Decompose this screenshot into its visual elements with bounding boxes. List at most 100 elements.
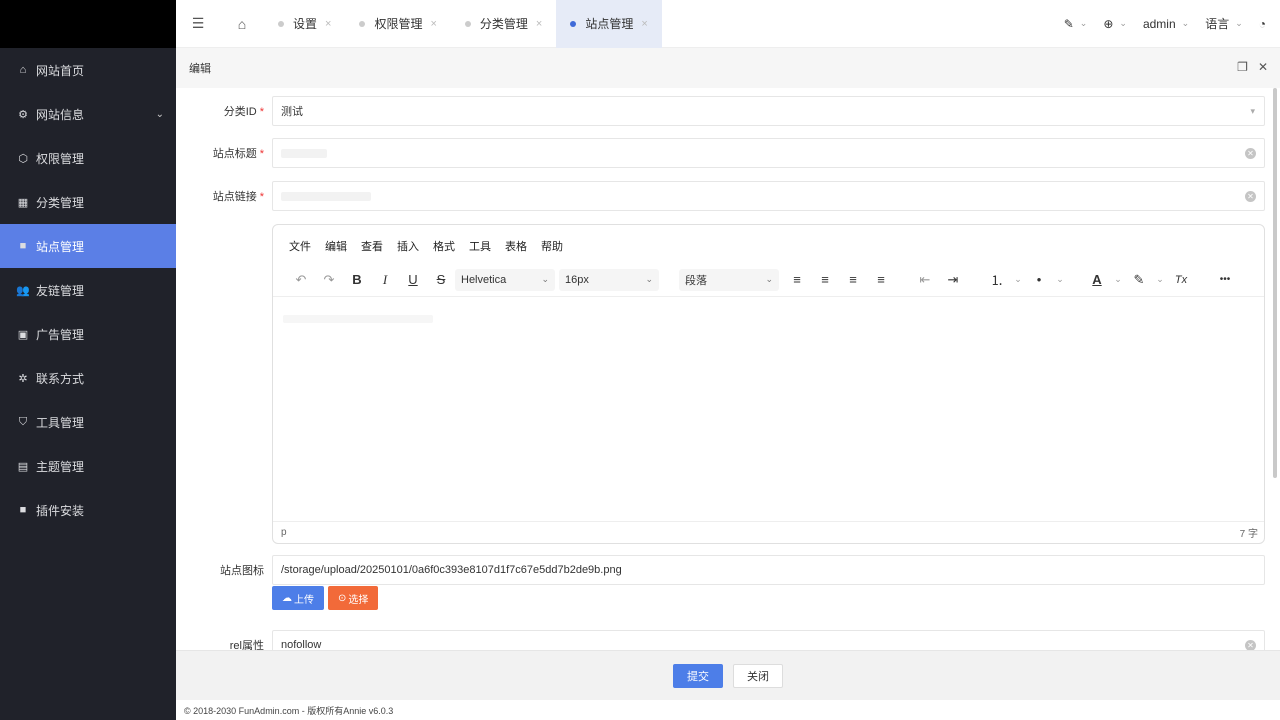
italic-icon[interactable]: I: [371, 266, 399, 294]
site-link-input[interactable]: ✕: [272, 181, 1265, 211]
close-icon[interactable]: ✕: [1258, 60, 1268, 74]
close-icon[interactable]: ×: [325, 18, 331, 30]
sidebar-item-label: 联系方式: [36, 371, 85, 386]
close-icon[interactable]: ×: [641, 18, 647, 30]
indent-icon[interactable]: ⇥: [939, 266, 967, 294]
editor-menu-item[interactable]: 查看: [361, 238, 383, 254]
justify-icon[interactable]: ≡: [867, 266, 895, 294]
caret-down-icon: ▾: [1250, 106, 1255, 116]
sidebar-item-3[interactable]: ▦ 分类管理: [0, 180, 176, 224]
language-menu[interactable]: 语言 ⌄: [1197, 15, 1251, 32]
category-label: 分类ID *: [223, 106, 264, 118]
sidebar-item-label: 工具管理: [36, 415, 85, 430]
align-right-icon[interactable]: ≡: [839, 266, 867, 294]
windows-icon: ■: [19, 240, 27, 252]
tab-1[interactable]: 权限管理 ×: [345, 0, 450, 48]
chevron-down-icon: ⌄: [1079, 18, 1088, 28]
site-icon-input[interactable]: /storage/upload/20250101/0a6f0c393e8107d…: [272, 555, 1265, 585]
sidebar-item-5[interactable]: 👥 友链管理: [0, 268, 176, 312]
clear-format-icon[interactable]: Tx: [1167, 266, 1195, 294]
language-label: 语言: [1205, 17, 1230, 31]
block-format-select[interactable]: 段落 ⌄: [679, 268, 779, 291]
submit-button[interactable]: 提交: [673, 663, 723, 688]
tab-bar: 设置 × 权限管理 × 分类管理 × 站点管理 ×: [264, 0, 662, 48]
outdent-icon[interactable]: ⇤: [911, 266, 939, 294]
sidebar-item-label: 友链管理: [36, 283, 85, 298]
text-color-icon[interactable]: A: [1083, 266, 1111, 294]
editor-menubar: 文件 编辑 查看 插入 格式 工具 表格 帮助: [273, 225, 1264, 263]
bullet-list-icon[interactable]: •: [1025, 266, 1053, 294]
sidebar-item-8[interactable]: ⛉ 工具管理: [0, 400, 176, 444]
tab-2[interactable]: 分类管理 ×: [451, 0, 556, 48]
editor-menu-item[interactable]: 帮助: [541, 238, 563, 254]
chevron-down-icon: ⌄: [1181, 18, 1190, 28]
user-menu[interactable]: admin ⌄: [1135, 17, 1197, 31]
sidebar-item-6[interactable]: ▣ 广告管理: [0, 312, 176, 356]
editor-content[interactable]: [273, 301, 1264, 521]
word-count: 7 字: [1239, 529, 1258, 540]
bold-icon[interactable]: B: [343, 266, 371, 294]
font-size-select[interactable]: 16px ⌄: [559, 268, 659, 291]
upload-button[interactable]: ☁ 上传: [272, 586, 324, 610]
category-select[interactable]: 测试 ▾: [272, 96, 1265, 126]
sidebar-item-2[interactable]: ⬡ 权限管理: [0, 136, 176, 180]
menu-toggle-icon[interactable]: ☰: [176, 0, 220, 48]
home-icon[interactable]: ⌂: [220, 0, 264, 48]
panel-title: 编辑: [189, 63, 211, 75]
brush-icon: ✎: [1063, 16, 1074, 31]
strikethrough-icon[interactable]: S: [427, 266, 455, 294]
align-left-icon[interactable]: ≡: [783, 266, 811, 294]
scrollbar[interactable]: [1273, 88, 1277, 478]
sidebar-item-0[interactable]: ⌂ 网站首页: [0, 48, 176, 92]
editor-menu-item[interactable]: 格式: [433, 238, 455, 254]
redo-icon[interactable]: ↷: [315, 266, 343, 294]
restore-icon[interactable]: ❐: [1237, 60, 1248, 74]
sidebar-item-4[interactable]: ■ 站点管理: [0, 224, 176, 268]
more-icon[interactable]: •••: [1211, 266, 1239, 294]
site-title-input[interactable]: ✕: [272, 138, 1265, 168]
highlight-icon[interactable]: ✎: [1125, 266, 1153, 294]
sidebar-item-label: 网站首页: [36, 63, 85, 78]
editor-menu-item[interactable]: 表格: [505, 238, 527, 254]
chevron-down-icon[interactable]: ⌄: [1111, 266, 1125, 294]
tab-3[interactable]: 站点管理 ×: [556, 0, 662, 48]
shield-icon: ⛉: [18, 415, 28, 428]
clear-icon[interactable]: ✕: [1245, 191, 1256, 202]
site-icon-path: /storage/upload/20250101/0a6f0c393e8107d…: [281, 564, 622, 576]
close-icon[interactable]: ×: [536, 18, 542, 30]
sidebar-item-9[interactable]: ▤ 主题管理: [0, 444, 176, 488]
editor-menu-item[interactable]: 编辑: [325, 238, 347, 254]
sidebar-item-7[interactable]: ✲ 联系方式: [0, 356, 176, 400]
editor-menu-item[interactable]: 工具: [469, 238, 491, 254]
tab-dot: [278, 20, 284, 27]
theme-menu[interactable]: ✎ ⌄: [1056, 17, 1096, 31]
underline-icon[interactable]: U: [399, 266, 427, 294]
clear-icon[interactable]: ✕: [1245, 148, 1256, 159]
select-button[interactable]: ⊙ 选择: [328, 586, 379, 610]
globe-icon: ⊕: [1103, 16, 1114, 31]
font-family-select[interactable]: Helvetica ⌄: [455, 268, 555, 291]
ordered-list-icon[interactable]: ⒈: [983, 266, 1011, 294]
sidebar-item-label: 主题管理: [36, 459, 85, 474]
globe-menu[interactable]: ⊕ ⌄: [1095, 17, 1135, 31]
close-icon[interactable]: ×: [430, 18, 436, 30]
sidebar-item-1[interactable]: ⚙ 网站信息 ⌄: [0, 92, 176, 136]
editor-text-blur: [283, 315, 433, 323]
editor-menu-item[interactable]: 插入: [397, 238, 419, 254]
logo-area: [0, 0, 176, 48]
top-right-tools: ✎ ⌄ ⊕ ⌄ admin ⌄ 语言 ⌄ ◔: [1056, 0, 1280, 48]
users-icon: 👥: [16, 284, 30, 297]
editor-menu-item[interactable]: 文件: [289, 238, 311, 254]
chevron-down-icon[interactable]: ⌄: [1053, 266, 1067, 294]
close-button[interactable]: 关闭: [733, 663, 783, 688]
dashboard-icon[interactable]: ◔: [1251, 17, 1280, 31]
editor-toolbar: ↶ ↷ B I U S Helvetica ⌄ 16px ⌄ 段落 ⌄ ≡ ≡ …: [273, 263, 1264, 297]
tab-label: 权限管理: [374, 17, 423, 31]
tab-0[interactable]: 设置 ×: [264, 0, 345, 48]
sidebar-item-label: 广告管理: [36, 327, 85, 342]
chevron-down-icon[interactable]: ⌄: [1011, 266, 1025, 294]
undo-icon[interactable]: ↶: [287, 266, 315, 294]
chevron-down-icon[interactable]: ⌄: [1153, 266, 1167, 294]
sidebar-item-10[interactable]: ■ 插件安装: [0, 488, 176, 532]
align-center-icon[interactable]: ≡: [811, 266, 839, 294]
